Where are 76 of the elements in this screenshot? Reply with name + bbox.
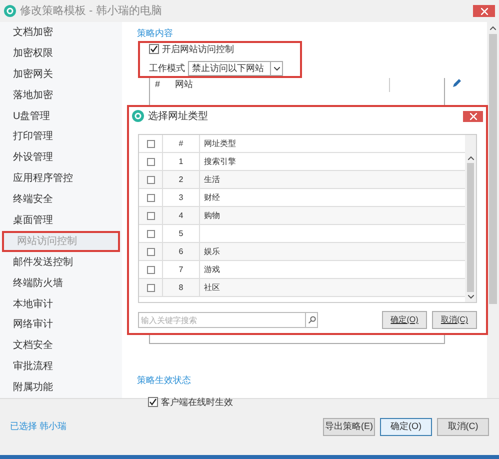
checkbox[interactable] — [146, 266, 154, 274]
dialog-button[interactable]: 取消(C) — [432, 311, 477, 329]
checkbox[interactable] — [146, 176, 154, 184]
dialog-title: 选择网址类型 — [148, 110, 208, 124]
sidebar-item[interactable]: 本地审计 — [0, 294, 122, 314]
scroll-down-icon[interactable] — [468, 295, 474, 299]
search-field[interactable]: 输入关键字搜索 — [138, 312, 306, 328]
sidebar-item[interactable]: 审批流程 — [0, 356, 122, 378]
sidebar-item[interactable]: 终端防火墙 — [0, 272, 122, 294]
checkbox[interactable] — [148, 397, 158, 408]
table-cell-text: 娱乐 — [203, 246, 221, 258]
table-cell: 2 — [163, 171, 200, 188]
column-header: 网站 — [170, 78, 390, 92]
pencil-icon[interactable] — [452, 78, 462, 88]
checkbox[interactable] — [146, 248, 154, 256]
table-cell-text: 生活 — [203, 174, 221, 186]
column-header: # — [163, 135, 200, 152]
sidebar-item[interactable]: 附属功能 — [0, 377, 122, 398]
checkbox[interactable] — [146, 212, 154, 220]
sidebar-item[interactable]: 打印管理 — [0, 126, 122, 148]
column-header: # — [154, 78, 162, 92]
sidebar-item[interactable]: 文档安全 — [0, 335, 122, 356]
checkbox[interactable] — [149, 44, 159, 54]
table-cell: 3 — [163, 189, 200, 206]
sidebar-item[interactable]: 文档加密 — [0, 22, 122, 43]
search-icon — [308, 316, 316, 324]
column-header: 网址类型 — [203, 138, 237, 150]
sidebar-item[interactable]: 落地加密 — [0, 84, 122, 106]
table-cell: 6 — [163, 243, 200, 260]
scrollbar[interactable] — [465, 135, 476, 302]
footer-button[interactable]: 确定(O) — [380, 418, 432, 436]
table-cell: 5 — [163, 225, 200, 242]
sidebar-item[interactable]: 外设管理 — [0, 147, 122, 168]
table-cell-text: 搜索引擎 — [203, 156, 237, 168]
work-mode-select[interactable]: 禁止访问以下网站 — [188, 61, 283, 76]
checkbox[interactable] — [146, 194, 154, 202]
table-cell: 8 — [163, 279, 200, 296]
close-button[interactable] — [473, 5, 495, 17]
caret-icon — [274, 66, 280, 70]
table-cell-text: 游戏 — [203, 264, 221, 276]
app-logo-icon — [132, 110, 144, 122]
section-title: 策略生效状态 — [137, 374, 191, 387]
scroll-up-icon[interactable] — [490, 26, 496, 30]
checkbox[interactable] — [146, 158, 154, 166]
close-button[interactable] — [463, 110, 483, 122]
table-cell: 1 — [163, 153, 200, 170]
scrollbar[interactable] — [487, 22, 499, 398]
checkbox-label: 客户端在线时生效 — [161, 396, 233, 408]
field-label: 工作模式 — [149, 62, 185, 75]
selected-user-text: 已选择 韩小瑞 — [10, 420, 67, 434]
table-cell: 4 — [163, 207, 200, 224]
close-icon — [480, 8, 488, 14]
window-title: 修改策略模板 - 韩小瑞的电脑 — [20, 4, 162, 19]
table-cell-text: 社区 — [203, 282, 221, 294]
section-title: 策略内容 — [137, 27, 173, 40]
table-cell-text: 购物 — [203, 210, 221, 222]
sidebar-item[interactable]: 加密网关 — [0, 64, 122, 85]
sidebar-item[interactable]: U盘管理 — [0, 106, 122, 126]
sidebar-item[interactable]: 桌面管理 — [0, 210, 122, 231]
sidebar-item[interactable]: 终端安全 — [0, 189, 122, 210]
sidebar-item[interactable]: 加密权限 — [0, 42, 122, 64]
footer-button[interactable]: 导出策略(E) — [323, 418, 375, 436]
footer-button[interactable]: 取消(C) — [437, 418, 489, 436]
checkbox[interactable] — [146, 140, 154, 148]
scroll-up-icon[interactable] — [468, 156, 474, 160]
sidebar-item[interactable]: 应用程序管控 — [0, 168, 122, 190]
sidebar-item[interactable]: 网络审计 — [0, 314, 122, 336]
table-cell-text: 财经 — [203, 192, 221, 204]
sidebar-item[interactable]: 邮件发送控制 — [0, 252, 122, 273]
close-icon — [470, 112, 476, 120]
dialog-button[interactable]: 确定(O) — [382, 311, 427, 329]
checkbox[interactable] — [146, 284, 154, 292]
checkbox-label: 开启网站访问控制 — [162, 42, 234, 56]
app-logo-icon — [4, 5, 16, 17]
table-cell: 7 — [163, 261, 200, 278]
checkbox[interactable] — [146, 230, 154, 238]
